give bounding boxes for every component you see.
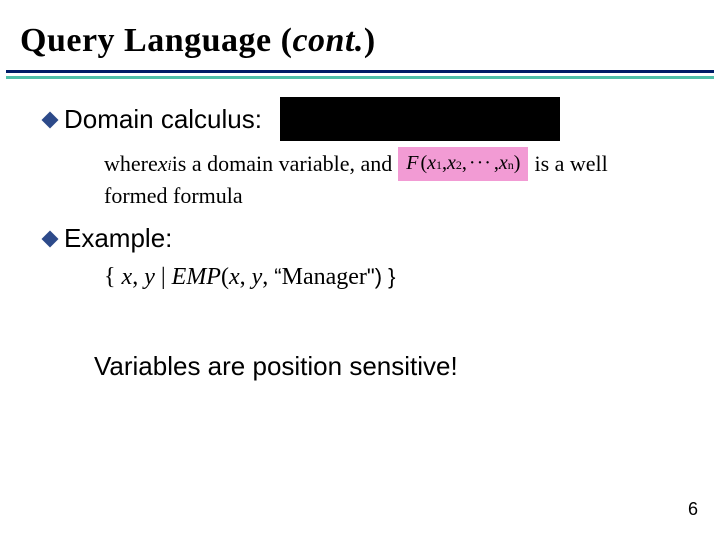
ex-popen: ( <box>221 264 229 290</box>
subtext-pre: where <box>104 149 158 179</box>
ex-x: x <box>122 264 133 290</box>
formula-xn: x <box>499 150 508 177</box>
ex-open: { <box>104 264 116 290</box>
slide-title: Query Language (cont.) <box>0 0 720 70</box>
bullet-icon <box>42 112 59 129</box>
subtext-post-b: formed formula <box>104 181 243 211</box>
bullet-example: Example: <box>44 223 684 254</box>
subtext-post-a: is a well <box>534 149 607 179</box>
formula-s1: 1 <box>436 157 442 173</box>
formula-F: F <box>406 150 418 177</box>
ex-qc: ") } <box>367 264 396 289</box>
ex-c3: , <box>262 264 274 290</box>
bullet-icon <box>42 231 59 248</box>
bullet-domain-calculus: Domain calculus: <box>44 97 684 141</box>
title-main: Query Language ( <box>20 22 292 59</box>
title-italic: cont. <box>292 22 363 59</box>
formula-dots: ··· <box>469 150 492 177</box>
title-close: ) <box>364 22 376 59</box>
formula-x2: x <box>447 150 456 177</box>
ex-c2: , <box>240 264 252 290</box>
ex-emp: EMP <box>172 264 221 290</box>
note-position-sensitive: Variables are position sensitive! <box>94 351 684 382</box>
subtext-mid: is a domain variable, and <box>172 149 393 179</box>
xi-sub: i <box>168 156 172 176</box>
title-rule <box>6 70 714 79</box>
xi-var: x <box>158 149 168 179</box>
formula-sn: n <box>508 157 514 173</box>
bullet-domain-text: Domain calculus: <box>64 104 262 135</box>
ex-mgr: Manager <box>282 264 367 290</box>
domain-subtext: where xi is a domain variable, and F(x1,… <box>104 147 684 211</box>
formula-s2: 2 <box>456 157 462 173</box>
rule-teal <box>6 76 714 79</box>
formula-box: F(x1, x2,···, xn) <box>398 147 528 181</box>
ex-y: y <box>144 264 155 290</box>
ex-qo: “ <box>274 264 281 289</box>
ex-bar: | <box>155 264 172 290</box>
formula-c2: , <box>462 150 467 177</box>
ex-c1: , <box>132 264 144 290</box>
formula-x1: x <box>427 150 436 177</box>
formula-close: ) <box>514 150 521 177</box>
redacted-formula-box <box>280 97 560 141</box>
page-number: 6 <box>688 499 698 520</box>
example-expression: { x, y | EMP(x, y, “Manager") } <box>104 264 684 291</box>
ex-y2: y <box>252 264 263 290</box>
ex-x2: x <box>229 264 240 290</box>
bullet-example-text: Example: <box>64 223 172 254</box>
